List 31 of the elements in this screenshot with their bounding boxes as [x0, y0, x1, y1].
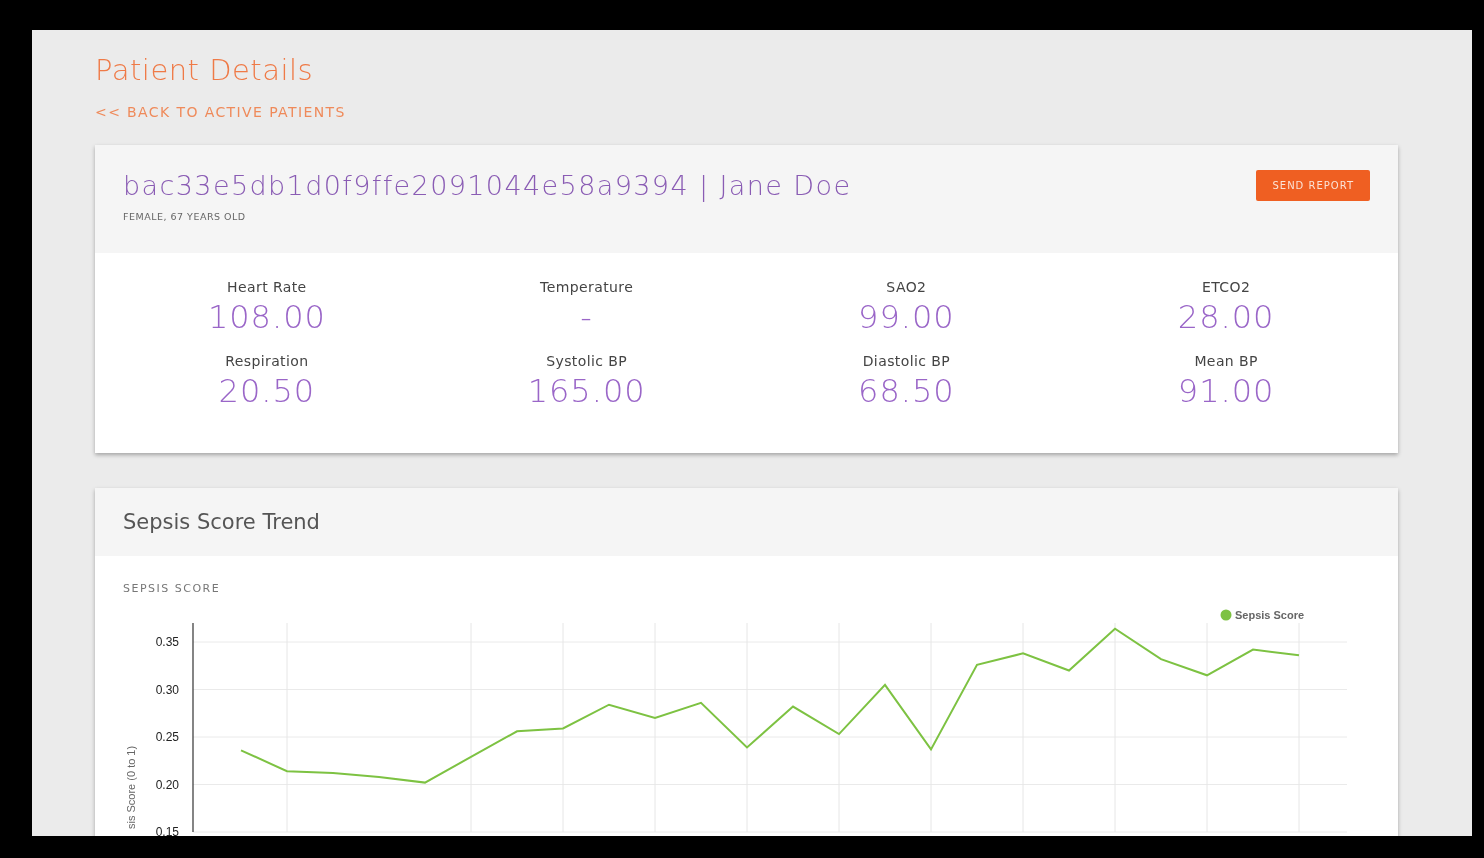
vital-label: Mean BP — [1193, 353, 1259, 369]
page-title: Patient Details — [95, 52, 315, 89]
y-tick-label: 0.15 — [155, 825, 179, 836]
vital-value: 68.50 — [857, 371, 956, 412]
vital-value: 165.00 — [526, 371, 647, 412]
y-tick-label: 0.20 — [155, 777, 179, 792]
chart-title: SEPSIS SCORE — [123, 582, 222, 595]
legend-label: Sepsis Score — [1235, 609, 1305, 621]
y-axis-label: sis Score (0 to 1) — [125, 745, 137, 829]
vital-label: Systolic BP — [545, 353, 629, 369]
patient-heading: bac33e5db1d0f9ffe2091044e58a9394 | Jane Doe — [123, 169, 852, 203]
send-report-button[interactable]: SEND REPORT — [1256, 170, 1370, 201]
vital-value: 108.00 — [206, 297, 327, 338]
y-tick-label: 0.30 — [155, 682, 179, 697]
vital-label: ETCO2 — [1201, 279, 1252, 295]
y-tick-label: 0.25 — [155, 730, 179, 744]
vital-value: 91.00 — [1176, 371, 1276, 412]
legend-item: Sepsis Score — [1220, 609, 1305, 621]
vital-value: - — [579, 297, 594, 338]
vital-value: 20.50 — [217, 371, 317, 412]
vital-label: Temperature — [539, 279, 635, 295]
vital-label: Respiration — [224, 353, 310, 369]
card-title: Sepsis Score Trend — [123, 510, 321, 534]
vital-label: Heart Rate — [226, 279, 308, 295]
y-tick-label: 0.35 — [155, 635, 179, 649]
back-link[interactable]: << BACK TO ACTIVE PATIENTS — [95, 104, 346, 120]
vital-label: SAO2 — [885, 279, 928, 295]
vital-label: Diastolic BP — [861, 353, 952, 369]
vital-value: 99.00 — [857, 297, 956, 338]
patient-subtitle: FEMALE, 67 YEARS OLD — [123, 211, 247, 222]
vital-value: 28.00 — [1176, 297, 1276, 338]
